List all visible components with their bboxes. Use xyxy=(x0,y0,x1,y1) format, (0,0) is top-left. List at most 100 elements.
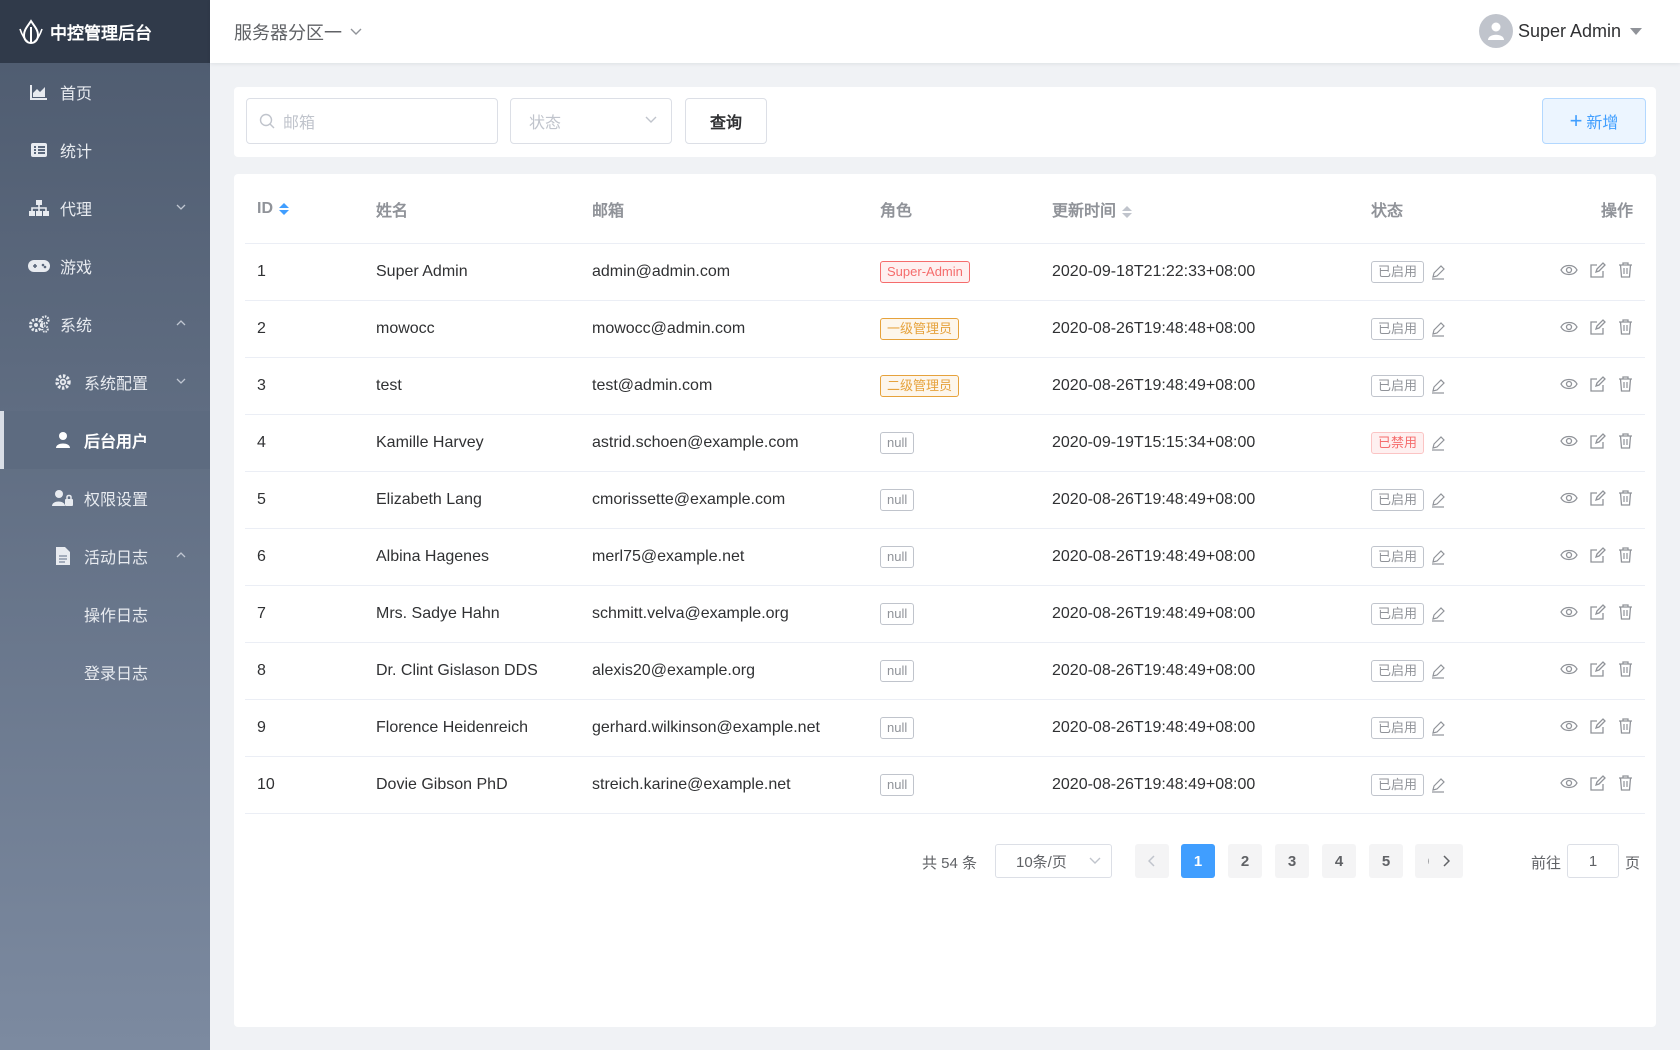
sidebar-item-label: 操作日志 xyxy=(84,608,149,625)
view-icon[interactable] xyxy=(1560,605,1578,619)
edit-status-icon[interactable] xyxy=(1430,720,1446,736)
cell-actions xyxy=(1509,642,1645,700)
sort-icon[interactable] xyxy=(279,202,289,215)
edit-status-icon[interactable] xyxy=(1430,435,1446,451)
edit-status-icon[interactable] xyxy=(1430,606,1446,622)
edit-icon[interactable] xyxy=(1590,375,1606,392)
status-select[interactable]: 状态 xyxy=(510,98,672,144)
sidebar-item-home[interactable]: 首页 xyxy=(0,63,210,121)
view-icon[interactable] xyxy=(1560,662,1578,676)
page-button[interactable]: 2 xyxy=(1228,844,1262,878)
page-button[interactable]: 4 xyxy=(1322,844,1356,878)
edit-icon[interactable] xyxy=(1590,489,1606,506)
next-page-button[interactable] xyxy=(1429,844,1463,878)
view-icon[interactable] xyxy=(1560,434,1578,448)
page-button[interactable]: 3 xyxy=(1275,844,1309,878)
edit-icon[interactable] xyxy=(1590,261,1606,278)
page-size-select[interactable]: 10条/页 xyxy=(995,844,1112,878)
sidebar-item-stats[interactable]: 统计 xyxy=(0,121,210,179)
add-button-label: 新增 xyxy=(1586,115,1619,132)
delete-icon[interactable] xyxy=(1618,318,1633,335)
view-icon[interactable] xyxy=(1560,548,1578,562)
view-icon[interactable] xyxy=(1560,491,1578,505)
cell-id: 8 xyxy=(245,642,364,700)
edit-status-icon[interactable] xyxy=(1430,663,1446,679)
status-tag: 已禁用 xyxy=(1371,431,1425,454)
delete-icon[interactable] xyxy=(1618,489,1633,506)
brand[interactable]: 中控管理后台 xyxy=(0,0,210,63)
add-button[interactable]: + 新增 xyxy=(1542,98,1646,144)
chevron-down-icon xyxy=(1089,857,1101,864)
column-header-id[interactable]: ID xyxy=(245,175,364,244)
delete-icon[interactable] xyxy=(1618,660,1633,677)
cell-role: null xyxy=(868,699,1040,757)
edit-icon[interactable] xyxy=(1590,660,1606,677)
sidebar-item-login-log[interactable]: 登录日志 xyxy=(0,643,210,701)
cell-email: streich.karine@example.net xyxy=(580,756,868,814)
email-search-input[interactable]: 邮箱 xyxy=(246,98,498,144)
user-menu[interactable]: Super Admin xyxy=(1478,14,1642,48)
cell-id: 10 xyxy=(245,756,364,814)
sidebar-item-admin-users[interactable]: 后台用户 xyxy=(0,411,210,469)
server-selector[interactable]: 服务器分区一 xyxy=(234,19,362,45)
delete-icon[interactable] xyxy=(1618,546,1633,563)
edit-icon[interactable] xyxy=(1590,717,1606,734)
column-header-role: 角色 xyxy=(868,175,1040,244)
cell-email: alexis20@example.org xyxy=(580,642,868,700)
edit-status-icon[interactable] xyxy=(1430,321,1446,337)
query-button[interactable]: 查询 xyxy=(685,98,767,144)
role-tag: null xyxy=(880,488,915,511)
table-row: 1 Super Admin admin@admin.com Super-Admin 20… xyxy=(245,243,1645,301)
edit-icon[interactable] xyxy=(1590,318,1606,335)
edit-icon[interactable] xyxy=(1590,603,1606,620)
page-button[interactable]: 1 xyxy=(1181,844,1215,878)
view-icon[interactable] xyxy=(1560,320,1578,334)
view-icon[interactable] xyxy=(1560,776,1578,790)
cell-name: mowocc xyxy=(364,300,580,358)
delete-icon[interactable] xyxy=(1618,375,1633,392)
cell-updated: 2020-08-26T19:48:49+08:00 xyxy=(1040,585,1359,643)
cell-status: 已启用 xyxy=(1359,585,1509,643)
delete-icon[interactable] xyxy=(1618,261,1633,278)
sidebar-item-permissions[interactable]: 权限设置 xyxy=(0,469,210,527)
view-icon[interactable] xyxy=(1560,263,1578,277)
delete-icon[interactable] xyxy=(1618,717,1633,734)
delete-icon[interactable] xyxy=(1618,774,1633,791)
edit-icon[interactable] xyxy=(1590,432,1606,449)
filter-bar: 邮箱 状态 查询 + 新增 xyxy=(234,87,1656,157)
edit-status-icon[interactable] xyxy=(1430,492,1446,508)
edit-icon[interactable] xyxy=(1590,546,1606,563)
cell-status: 已启用 xyxy=(1359,357,1509,415)
page-button[interactable]: 5 xyxy=(1369,844,1403,878)
sidebar-item-activity-log[interactable]: 活动日志 xyxy=(0,527,210,585)
role-tag: null xyxy=(880,716,915,739)
edit-status-icon[interactable] xyxy=(1430,264,1446,280)
delete-icon[interactable] xyxy=(1618,432,1633,449)
table-header: ID 姓名 邮箱 角色 更新时间 状态 操作 xyxy=(245,175,1645,244)
sort-icon[interactable] xyxy=(1122,205,1133,218)
pagination: 共 54 条 10条/页 123456 前往 1 页 xyxy=(234,844,1656,878)
goto-page-input[interactable]: 1 xyxy=(1567,844,1619,878)
sidebar-item-operation-log[interactable]: 操作日志 xyxy=(0,585,210,643)
view-icon[interactable] xyxy=(1560,377,1578,391)
cell-name: Kamille Harvey xyxy=(364,414,580,472)
view-icon[interactable] xyxy=(1560,719,1578,733)
sidebar-item-system[interactable]: 系统 xyxy=(0,295,210,353)
sidebar-item-games[interactable]: 游戏 xyxy=(0,237,210,295)
sidebar-item-agent[interactable]: 代理 xyxy=(0,179,210,237)
table-row: 2 mowocc mowocc@admin.com 一级管理员 2020-08-26T1… xyxy=(245,300,1645,358)
edit-status-icon[interactable] xyxy=(1430,378,1446,394)
column-header-updated[interactable]: 更新时间 xyxy=(1040,175,1359,244)
cell-actions xyxy=(1509,585,1645,643)
sidebar-item-label: 系统 xyxy=(60,318,93,335)
edit-status-icon[interactable] xyxy=(1430,777,1446,793)
sidebar-item-system-config[interactable]: 系统配置 xyxy=(0,353,210,411)
prev-page-button[interactable] xyxy=(1135,844,1169,878)
cell-id: 5 xyxy=(245,471,364,529)
edit-status-icon[interactable] xyxy=(1430,549,1446,565)
edit-icon[interactable] xyxy=(1590,774,1606,791)
delete-icon[interactable] xyxy=(1618,603,1633,620)
cell-id: 4 xyxy=(245,414,364,472)
status-tag: 已启用 xyxy=(1371,488,1425,511)
cell-role: null xyxy=(868,585,1040,643)
